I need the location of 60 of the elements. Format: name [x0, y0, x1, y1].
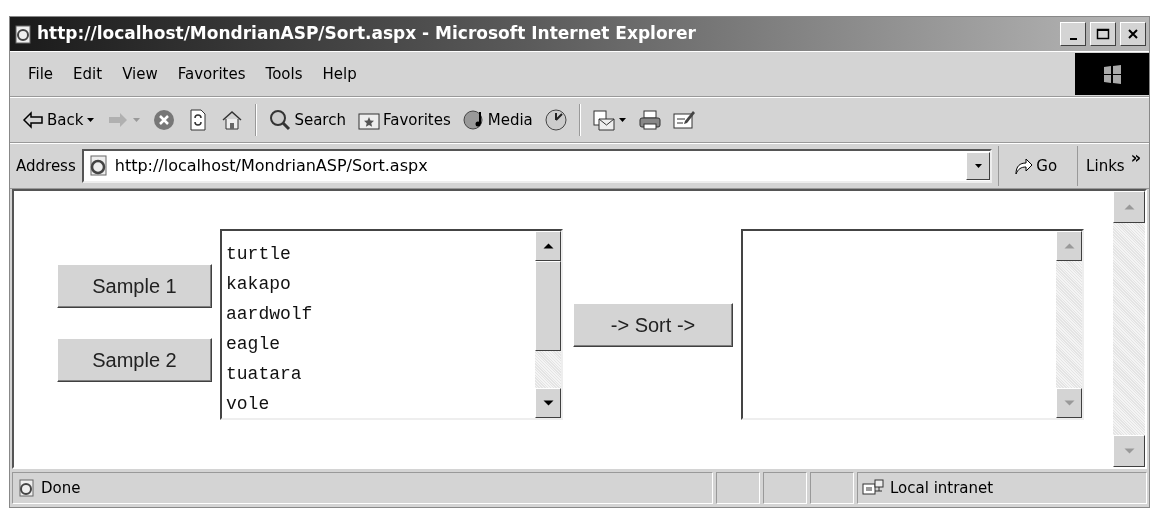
close-icon [1127, 28, 1139, 40]
list-item[interactable]: vole [226, 389, 531, 419]
minimize-icon [1069, 38, 1077, 40]
list-box[interactable]: turtle kakapo aardwolf eagle tuatara vole [220, 229, 563, 420]
mail-icon [592, 109, 615, 131]
menu-item[interactable]: File [18, 62, 64, 86]
status-pane [716, 472, 760, 504]
address-field[interactable]: http://localhost/MondrianASP/Sort.aspx [81, 149, 993, 183]
zone-label: Local intranet [890, 477, 994, 499]
list-item[interactable]: eagle [226, 329, 531, 359]
status-pane [810, 472, 854, 504]
back-arrow-icon [22, 109, 44, 131]
scroll-down-icon [1123, 448, 1135, 454]
search-button[interactable]: Search [265, 106, 350, 134]
scroll-up-icon [1063, 243, 1075, 249]
chevron-text[interactable]: » [1130, 150, 1141, 166]
address-label: Address [16, 155, 76, 177]
globe-music-icon [462, 109, 485, 131]
list-item[interactable]: aardwolf [226, 299, 531, 329]
scroll-down-icon [1063, 400, 1075, 406]
clock-icon [544, 109, 567, 131]
printer-icon [638, 109, 661, 131]
maximize-icon [1096, 28, 1110, 40]
search-icon [269, 109, 292, 131]
sample-button[interactable]: Sample 2 [57, 338, 212, 382]
page-scrollbar[interactable] [1113, 191, 1145, 467]
list-item[interactable]: turtle [226, 239, 531, 269]
scroll-down-icon [542, 400, 554, 406]
edit-icon [672, 109, 695, 131]
menu-item[interactable]: Edit [63, 62, 113, 86]
go-arrow-icon [1013, 156, 1034, 176]
go-button[interactable]: Go [998, 146, 1072, 186]
status-text: Done [41, 477, 81, 499]
favorites-button[interactable]: Favorites [353, 106, 455, 134]
browser-page-icon [13, 24, 33, 44]
scroll-up-icon [1123, 204, 1135, 210]
windows-logo-icon [1101, 63, 1123, 85]
scroll-up-icon [542, 243, 554, 249]
list-item[interactable]: tuatara [226, 359, 531, 389]
sort-button[interactable]: -> Sort -> [573, 303, 733, 347]
back-button[interactable]: Back [18, 106, 100, 134]
dropdown-arrow-icon [973, 163, 983, 169]
scrollbar[interactable] [535, 231, 561, 418]
page-icon [17, 479, 35, 497]
maximize-button[interactable] [1090, 22, 1116, 46]
menu-item[interactable]: Tools [255, 62, 313, 86]
close-button[interactable] [1120, 22, 1146, 46]
scrollbar[interactable] [1056, 231, 1082, 418]
media-button[interactable]: Media [458, 106, 537, 134]
list-item[interactable]: kakapo [226, 269, 531, 299]
menu-item[interactable]: Help [312, 62, 367, 86]
status-pane [763, 472, 807, 504]
menu-item[interactable]: Favorites [167, 62, 256, 86]
network-icon [862, 478, 884, 498]
menu-item[interactable]: View [112, 62, 168, 86]
sample-button[interactable]: Sample 1 [57, 264, 212, 308]
window-title: http://localhost/MondrianASP/Sort.aspx - Microsoft Internet Explorer [37, 22, 697, 46]
home-icon [221, 109, 244, 131]
stop-icon [153, 109, 176, 131]
minimize-button[interactable] [1060, 22, 1086, 46]
